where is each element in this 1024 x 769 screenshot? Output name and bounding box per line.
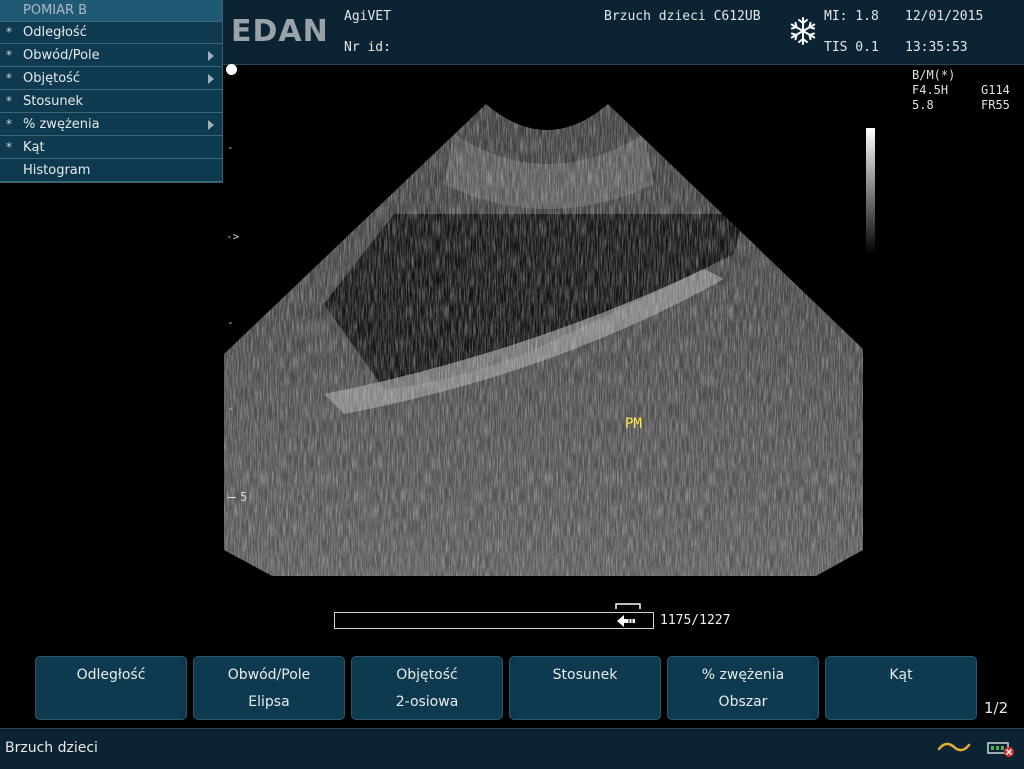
cine-handle[interactable] [615, 603, 641, 629]
menu-title-label: POMIAR B [23, 3, 88, 18]
star-icon: * [6, 71, 12, 85]
gain-readout: G114 [981, 83, 1010, 97]
depth-tick: - [227, 141, 234, 154]
menu-item-label: Stosunek [23, 94, 84, 109]
softkey-label: Odległość [76, 667, 146, 683]
menu-item-kat[interactable]: * Kąt [0, 137, 222, 159]
menu-item-label: % zwężenia [23, 117, 100, 132]
patient-id-label: Nr id: [344, 40, 391, 55]
softkey-kat[interactable]: Kąt [825, 656, 977, 720]
star-icon: * [6, 140, 12, 154]
softkey-stosunek[interactable]: Stosunek [509, 656, 661, 720]
softkey-label: % zwężenia [701, 667, 785, 683]
softkey-label: Obwód/Pole [227, 667, 311, 683]
menu-item-label: Histogram [23, 163, 91, 178]
softkey-odleglosc[interactable]: Odległość [35, 656, 187, 720]
submenu-arrow-icon [208, 51, 214, 61]
menu-item-objetosc[interactable]: * Objętość [0, 68, 222, 90]
measurement-menu: POMIAR B * Odległość * Obwód/Pole * Obję… [0, 0, 223, 183]
depth-tick [228, 497, 236, 498]
cine-frame-counter: 1175/1227 [660, 613, 731, 628]
softkey-sublabel: Elipsa [248, 694, 290, 710]
star-icon: * [6, 94, 12, 108]
menu-item-label: Objętość [23, 71, 81, 86]
imaging-mode: B/M(*) [912, 68, 956, 82]
time-readout: 13:35:53 [905, 40, 968, 55]
cine-loop-bar[interactable] [334, 603, 654, 629]
edan-logo: EDAN [231, 14, 329, 49]
softkey-label: Stosunek [552, 667, 618, 683]
menu-item-label: Odległość [23, 25, 87, 40]
menu-item-stosunek[interactable]: * Stosunek [0, 91, 222, 113]
menu-item-label: Kąt [23, 140, 45, 155]
star-icon: * [6, 48, 12, 62]
submenu-arrow-icon [208, 120, 214, 130]
softkey-label: Objętość [396, 667, 458, 683]
depth-label: 5 [240, 490, 248, 504]
mi-readout: MI: 1.8 [824, 9, 879, 24]
softkey-label: Kąt [889, 667, 913, 683]
status-bar [0, 728, 1024, 769]
institution-name: AgiVET [344, 9, 391, 24]
depth-tick: - [227, 402, 234, 415]
exam-preset: Brzuch dzieci C612UB [604, 9, 761, 24]
star-icon: * [6, 117, 12, 131]
probe-orientation-marker [226, 64, 237, 75]
menu-item-label: Obwód/Pole [23, 48, 100, 63]
softkey-sublabel: 2-osiowa [395, 694, 459, 710]
menu-item-odleglosc[interactable]: * Odległość [0, 22, 222, 44]
softkey-page-indicator[interactable]: 1/2 [984, 699, 1008, 717]
trackball-wave-icon [937, 738, 971, 756]
softkey-sublabel: Obszar [718, 694, 768, 710]
freeze-snowflake-icon [788, 16, 818, 46]
depth-readout: 5.8 [912, 98, 934, 112]
softkey-objetosc[interactable]: Objętość 2-osiowa [351, 656, 503, 720]
tis-readout: TIS 0.1 [824, 40, 879, 55]
menu-item-zwezenia[interactable]: * % zwężenia [0, 114, 222, 136]
status-exam-text: Brzuch dzieci [5, 740, 98, 756]
date-readout: 12/01/2015 [905, 9, 984, 24]
frequency-readout: F4.5H [912, 83, 949, 97]
grayscale-bar [866, 128, 875, 254]
image-annotation-text: PM [625, 416, 642, 432]
menu-title: POMIAR B [0, 0, 222, 22]
frame-rate-readout: FR55 [981, 98, 1010, 112]
ultrasound-image[interactable]: PM [224, 104, 864, 577]
menu-item-obwod-pole[interactable]: * Obwód/Pole [0, 45, 222, 67]
softkey-zwezenia[interactable]: % zwężenia Obszar [667, 656, 819, 720]
softkey-obwod-pole[interactable]: Obwód/Pole Elipsa [193, 656, 345, 720]
star-icon: * [6, 25, 12, 39]
focus-marker-icon: -> [226, 230, 240, 243]
network-disconnected-icon [986, 738, 1016, 758]
menu-item-histogram[interactable]: Histogram [0, 160, 222, 182]
depth-tick: - [227, 316, 234, 329]
submenu-arrow-icon [208, 74, 214, 84]
